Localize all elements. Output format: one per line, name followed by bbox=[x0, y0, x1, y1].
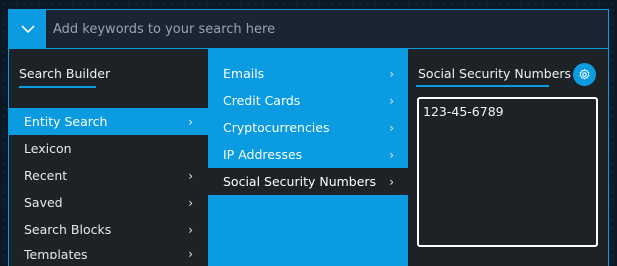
chevron-right-icon: › bbox=[389, 120, 394, 135]
chevron-right-icon: › bbox=[389, 66, 394, 81]
search-input[interactable] bbox=[46, 10, 608, 48]
menu-item-credit-cards[interactable]: Credit Cards › bbox=[208, 87, 408, 114]
menu-item-label: IP Addresses bbox=[223, 147, 303, 162]
title-underline bbox=[19, 86, 96, 88]
settings-button[interactable] bbox=[573, 63, 596, 86]
chevron-right-icon: › bbox=[389, 147, 394, 162]
menu-item-templates[interactable]: Templates › bbox=[9, 243, 208, 259]
menu-item-label: Emails bbox=[223, 66, 265, 81]
menu-item-cryptocurrencies[interactable]: Cryptocurrencies › bbox=[208, 114, 408, 141]
chevron-right-icon: › bbox=[188, 222, 193, 237]
chevron-down-icon bbox=[20, 24, 35, 33]
ssn-panel-title: Social Security Numbers bbox=[418, 66, 572, 81]
gear-icon bbox=[579, 68, 590, 80]
ssn-textarea[interactable]: 123-45-6789 bbox=[417, 97, 598, 247]
menu-item-lexicon[interactable]: Lexicon bbox=[9, 135, 208, 162]
menu-item-label: Templates bbox=[24, 247, 88, 259]
menu-item-entity-search[interactable]: Entity Search › bbox=[9, 108, 208, 135]
chevron-right-icon: › bbox=[389, 93, 394, 108]
menu-item-label: Lexicon bbox=[24, 141, 72, 156]
menu-item-recent[interactable]: Recent › bbox=[9, 162, 208, 189]
menu-item-label: Recent bbox=[24, 168, 68, 183]
chevron-right-icon: › bbox=[188, 195, 193, 210]
menu-item-label: Social Security Numbers bbox=[223, 174, 377, 189]
menu-item-social-security-numbers[interactable]: Social Security Numbers › bbox=[208, 168, 408, 195]
menu-item-label: Credit Cards bbox=[223, 93, 301, 108]
menu-item-search-blocks[interactable]: Search Blocks › bbox=[9, 216, 208, 243]
entity-search-menu: Emails › Credit Cards › Cryptocurrencies… bbox=[208, 49, 408, 266]
menu-item-label: Saved bbox=[24, 195, 63, 210]
search-builder-header: Search Builder bbox=[9, 49, 208, 100]
search-builder-toggle[interactable] bbox=[9, 10, 46, 48]
title-underline bbox=[416, 85, 549, 87]
chevron-right-icon: › bbox=[188, 168, 193, 183]
chevron-right-icon: › bbox=[188, 247, 193, 259]
ssn-panel: Social Security Numbers 123-45-6789 bbox=[408, 49, 608, 266]
chevron-right-icon: › bbox=[188, 114, 193, 129]
menu-item-emails[interactable]: Emails › bbox=[208, 60, 408, 87]
search-builder-title: Search Builder bbox=[19, 66, 111, 81]
menu-item-label: Entity Search bbox=[24, 114, 108, 129]
menu-item-label: Cryptocurrencies bbox=[223, 120, 330, 135]
menu-item-label: Search Blocks bbox=[24, 222, 112, 237]
search-builder-menu: Search Builder Entity Search › Lexicon R… bbox=[9, 49, 208, 266]
search-builder-dropdown: Search Builder Entity Search › Lexicon R… bbox=[8, 49, 609, 266]
menu-item-ip-addresses[interactable]: IP Addresses › bbox=[208, 141, 408, 168]
menu-item-saved[interactable]: Saved › bbox=[9, 189, 208, 216]
chevron-right-icon: › bbox=[389, 174, 394, 189]
search-bar bbox=[8, 9, 609, 49]
